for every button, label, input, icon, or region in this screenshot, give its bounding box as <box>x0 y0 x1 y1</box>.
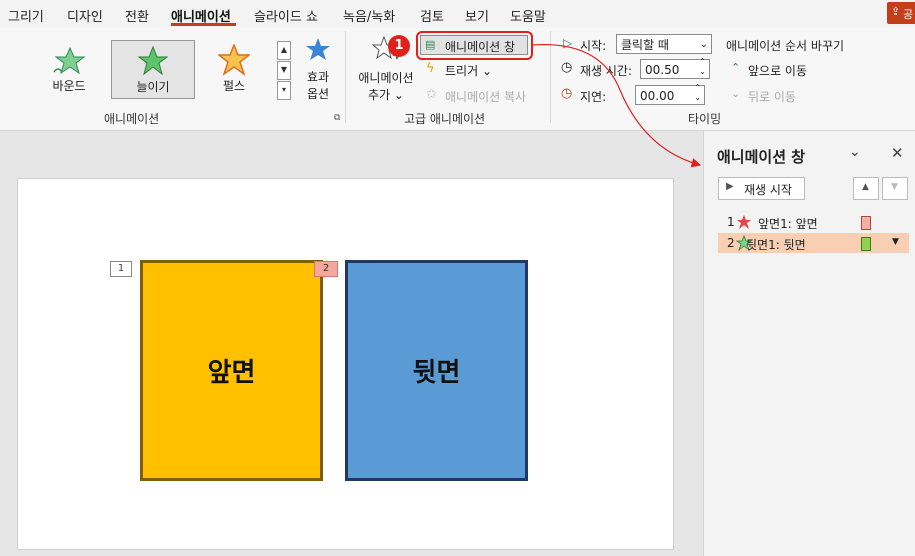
callout-arrow <box>531 43 702 168</box>
